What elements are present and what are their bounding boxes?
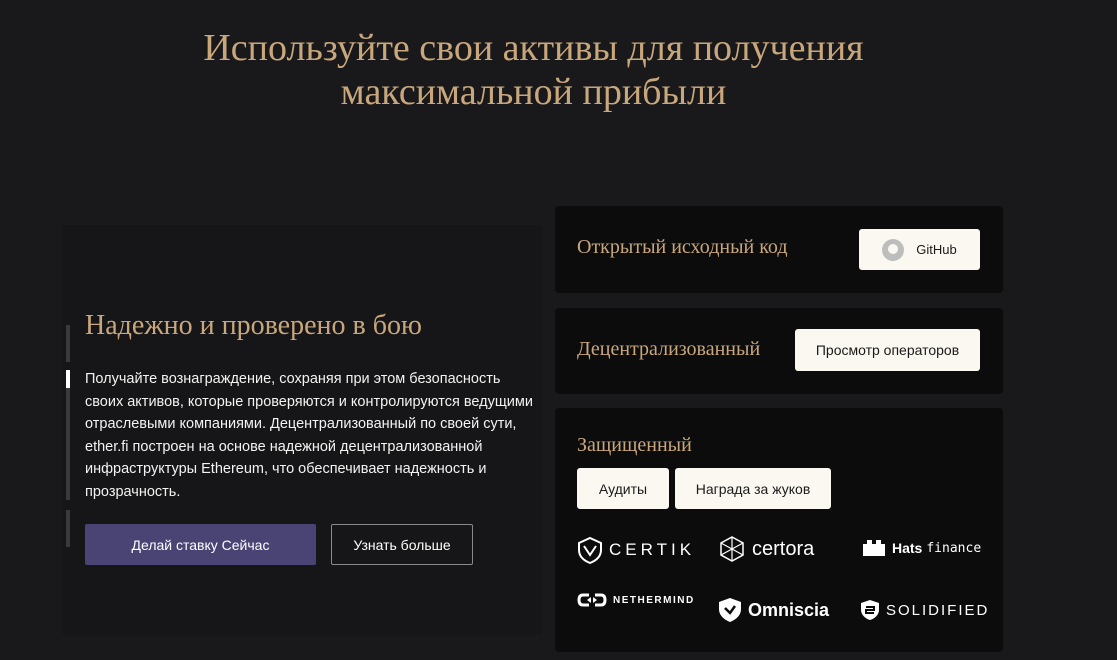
certik-logo: CERTIK bbox=[577, 536, 695, 564]
certora-logo: certora bbox=[718, 535, 814, 563]
omniscia-logo: Omniscia bbox=[718, 597, 829, 623]
bug-bounty-button[interactable]: Награда за жуков bbox=[675, 468, 831, 509]
nethermind-icon bbox=[577, 593, 607, 607]
section-description: Получайте вознаграждение, сохраняя при э… bbox=[85, 371, 533, 500]
omniscia-wordmark: Omniscia bbox=[748, 599, 830, 620]
hats-finance-logo: Hats finance bbox=[862, 539, 981, 557]
decentralized-card: Децентрализованный Просмотр операторов bbox=[555, 308, 1003, 394]
section-title: Надежно и проверено в бою bbox=[85, 310, 422, 341]
learn-more-button[interactable]: Узнать больше bbox=[331, 524, 473, 565]
omniscia-shield-icon bbox=[719, 598, 741, 622]
progress-segment-2[interactable] bbox=[66, 388, 70, 500]
solidified-shield-icon bbox=[861, 600, 879, 620]
hero-title-line-1: Используйте свои активы для получения bbox=[203, 27, 864, 69]
hero-title-line-2: максимальной прибыли bbox=[340, 71, 727, 113]
progress-segment-3[interactable] bbox=[66, 510, 70, 547]
view-operators-button[interactable]: Просмотр операторов bbox=[795, 329, 980, 371]
certora-icon bbox=[720, 536, 744, 562]
open-source-title: Открытый исходный код bbox=[577, 236, 788, 258]
solidified-logo: SOLIDIFIED bbox=[860, 599, 989, 621]
certora-wordmark: certora bbox=[752, 537, 815, 560]
progress-segment-active[interactable] bbox=[66, 370, 70, 388]
certik-shield-icon bbox=[578, 536, 602, 564]
solidified-wordmark: SOLIDIFIED bbox=[886, 601, 990, 619]
audits-button[interactable]: Аудиты bbox=[577, 468, 669, 509]
nethermind-logo: NETHERMIND bbox=[577, 592, 695, 608]
github-button[interactable]: GitHub bbox=[859, 229, 980, 270]
secured-title: Защищенный bbox=[577, 434, 692, 456]
hats-icon bbox=[863, 540, 885, 556]
stake-now-button[interactable]: Делай ставку Сейчас bbox=[85, 524, 316, 565]
nethermind-wordmark: NETHERMIND bbox=[613, 594, 695, 606]
certik-wordmark: CERTIK bbox=[609, 540, 696, 559]
decentralized-title: Децентрализованный bbox=[577, 338, 761, 360]
github-icon bbox=[882, 238, 905, 261]
hero-title: Используйте свои активы для получения ма… bbox=[0, 26, 1067, 114]
progress-segment-1[interactable] bbox=[66, 325, 70, 362]
secured-card: Защищенный Аудиты Награда за жуков CERTI… bbox=[555, 408, 1003, 652]
open-source-card: Открытый исходный код GitHub bbox=[555, 206, 1003, 293]
hats-wordmark-rest: finance bbox=[926, 540, 982, 556]
hats-wordmark-bold: Hats bbox=[892, 540, 923, 556]
github-button-label: GitHub bbox=[916, 242, 957, 257]
